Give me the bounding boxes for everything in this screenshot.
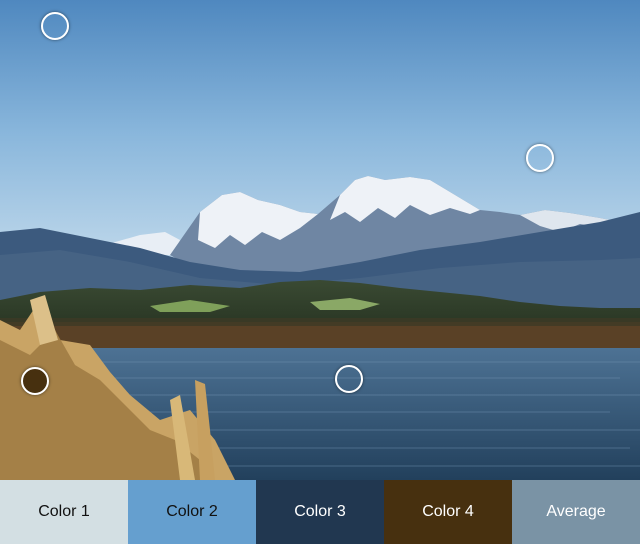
photo-canvas: [0, 0, 640, 480]
swatch-average[interactable]: Average: [512, 480, 640, 544]
color-picker-handle-1[interactable]: [41, 12, 69, 40]
color-swatch-bar: Color 1 Color 2 Color 3 Color 4 Average: [0, 480, 640, 544]
color-picker-handle-2[interactable]: [526, 144, 554, 172]
swatch-label: Color 3: [294, 503, 346, 520]
swatch-label: Color 1: [38, 503, 90, 520]
color-picker-handle-3[interactable]: [335, 365, 363, 393]
landscape-photo: [0, 0, 640, 480]
swatch-color-2[interactable]: Color 2: [128, 480, 256, 544]
swatch-color-4[interactable]: Color 4: [384, 480, 512, 544]
color-picker-handle-4[interactable]: [21, 367, 49, 395]
swatch-label: Color 2: [166, 503, 218, 520]
swatch-color-3[interactable]: Color 3: [256, 480, 384, 544]
swatch-label: Color 4: [422, 503, 474, 520]
swatch-label: Average: [546, 503, 606, 520]
swatch-color-1[interactable]: Color 1: [0, 480, 128, 544]
